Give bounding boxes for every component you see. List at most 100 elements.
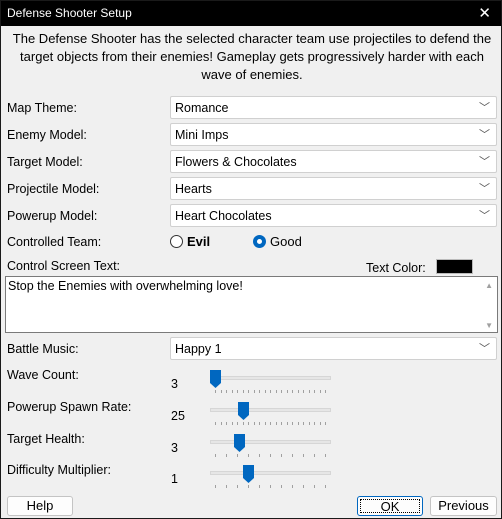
chevron-down-icon: ﹀ <box>479 156 490 168</box>
slider-tick <box>215 422 216 425</box>
slider-tick <box>253 422 255 425</box>
control-screen-textarea[interactable]: Stop the Enemies with overwhelming love!… <box>5 276 498 333</box>
previous-button[interactable]: Previous <box>430 496 497 516</box>
slider-tick <box>248 485 249 488</box>
slider-ticks <box>215 390 327 394</box>
title-bar: Defense Shooter Setup ✕ <box>1 1 501 26</box>
slider-tick <box>226 454 227 457</box>
slider-ticks <box>215 454 327 458</box>
map-theme-value: Romance <box>175 101 229 115</box>
slider-tick <box>248 390 249 393</box>
control-screen-text-value: Stop the Enemies with overwhelming love! <box>8 279 243 293</box>
projectile-model-select[interactable]: Hearts ﹀ <box>170 177 497 200</box>
scroll-down-icon[interactable]: ▼ <box>485 321 493 330</box>
wave-count-slider[interactable] <box>210 370 331 397</box>
battle-music-value: Happy 1 <box>175 342 222 356</box>
slider-tick <box>286 390 288 393</box>
text-color-label: Text Color: <box>366 261 426 275</box>
slider-tick <box>231 422 233 425</box>
slider-tick <box>270 390 271 393</box>
slider-tick <box>226 485 227 488</box>
slider-tick <box>270 454 271 457</box>
slider-thumb[interactable] <box>210 370 221 388</box>
battle-music-label: Battle Music: <box>7 342 79 356</box>
target-model-label: Target Model: <box>7 155 83 169</box>
slider-tick <box>281 485 282 488</box>
slider-tick <box>303 454 304 457</box>
chevron-down-icon: ﹀ <box>479 343 490 355</box>
slider-thumb[interactable] <box>234 434 246 452</box>
setup-dialog: Defense Shooter Setup ✕ The Defense Shoo… <box>0 0 502 519</box>
slider-tick <box>319 422 321 425</box>
slider-tick <box>220 390 222 393</box>
enemy-model-select[interactable]: Mini Imps ﹀ <box>170 123 497 146</box>
slider-tick <box>325 485 326 488</box>
slider-tick <box>281 422 282 425</box>
difficulty-multiplier-value: 1 <box>171 472 178 486</box>
slider-tick <box>270 422 271 425</box>
controlled-team-label: Controlled Team: <box>7 235 102 249</box>
target-health-slider[interactable] <box>210 434 331 461</box>
description-text: The Defense Shooter has the selected cha… <box>12 31 492 82</box>
slider-tick <box>297 390 299 393</box>
radio-good-label: Good <box>270 234 302 249</box>
wave-count-value: 3 <box>171 377 178 391</box>
slider-tick <box>292 390 293 393</box>
target-model-value: Flowers & Chocolates <box>175 155 297 169</box>
difficulty-multiplier-slider[interactable] <box>210 465 331 492</box>
slider-tick <box>242 422 244 425</box>
slider-tick <box>325 390 326 393</box>
slider-tick <box>253 390 255 393</box>
slider-track[interactable] <box>210 376 331 380</box>
radio-good[interactable]: Good <box>253 234 302 249</box>
chevron-down-icon: ﹀ <box>479 210 490 222</box>
difficulty-multiplier-label: Difficulty Multiplier: <box>7 463 111 477</box>
slider-track[interactable] <box>210 440 331 444</box>
slider-tick <box>264 422 266 425</box>
powerup-model-select[interactable]: Heart Chocolates ﹀ <box>170 204 497 227</box>
slider-tick <box>237 485 238 488</box>
radio-circle <box>170 235 183 248</box>
target-health-value: 3 <box>171 441 178 455</box>
map-theme-select[interactable]: Romance ﹀ <box>170 96 497 119</box>
slider-tick <box>259 390 260 393</box>
slider-tick <box>215 390 216 393</box>
slider-tick <box>314 485 315 488</box>
slider-tick <box>308 390 310 393</box>
slider-thumb[interactable] <box>243 465 254 483</box>
battle-music-select[interactable]: Happy 1 ﹀ <box>170 337 497 360</box>
radio-evil[interactable]: Evil <box>170 234 210 249</box>
slider-tick <box>215 485 216 488</box>
projectile-model-value: Hearts <box>175 182 212 196</box>
ok-button[interactable]: OK <box>357 496 423 516</box>
powerup-model-label: Powerup Model: <box>7 209 98 223</box>
slider-tick <box>237 454 238 457</box>
slider-tick <box>314 422 315 425</box>
slider-tick <box>303 390 304 393</box>
powerup-model-value: Heart Chocolates <box>175 209 272 223</box>
close-icon[interactable]: ✕ <box>478 4 491 22</box>
slider-tick <box>292 454 293 457</box>
slider-tick <box>325 454 326 457</box>
control-screen-text-label: Control Screen Text: <box>7 259 121 273</box>
wave-count-label: Wave Count: <box>7 368 79 382</box>
help-button[interactable]: Help <box>7 496 73 516</box>
slider-tick <box>275 390 277 393</box>
slider-tick <box>314 454 315 457</box>
slider-tick <box>215 454 216 457</box>
slider-track[interactable] <box>210 408 331 412</box>
slider-tick <box>220 422 222 425</box>
scroll-up-icon[interactable]: ▲ <box>485 281 493 290</box>
target-model-select[interactable]: Flowers & Chocolates ﹀ <box>170 150 497 173</box>
slider-tick <box>242 390 244 393</box>
slider-tick <box>292 422 293 425</box>
slider-ticks <box>215 485 327 489</box>
text-color-swatch[interactable] <box>436 259 473 274</box>
slider-tick <box>303 485 304 488</box>
slider-tick <box>297 422 299 425</box>
slider-track[interactable] <box>210 471 331 475</box>
slider-ticks <box>215 422 327 426</box>
slider-thumb[interactable] <box>237 402 249 420</box>
slider-tick <box>281 454 282 457</box>
powerup-spawn-rate-slider[interactable] <box>210 402 331 429</box>
